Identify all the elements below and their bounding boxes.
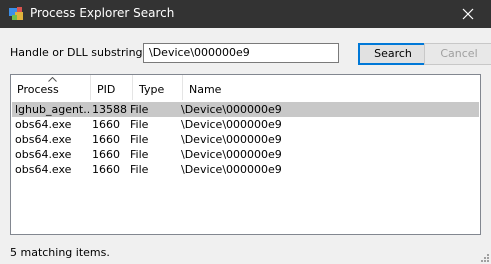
cell-name: \Device\000000e9 — [181, 163, 282, 176]
resize-grip-icon[interactable] — [479, 252, 489, 262]
title-bar: Process Explorer Search — [0, 0, 491, 28]
cell-type: File — [130, 118, 149, 131]
process-explorer-icon — [8, 6, 24, 22]
column-header-name[interactable]: Name — [183, 75, 480, 100]
cell-name: \Device\000000e9 — [181, 133, 282, 146]
search-input[interactable]: \Device\000000e9 — [143, 43, 339, 63]
cell-type: File — [130, 103, 149, 116]
window-title: Process Explorer Search — [30, 6, 175, 20]
cell-pid: 1660 — [92, 148, 120, 161]
cell-type: File — [130, 133, 149, 146]
cell-process: obs64.exe — [15, 118, 72, 131]
cell-pid: 1660 — [92, 163, 120, 176]
handle-label: Handle or DLL substring: — [10, 46, 147, 59]
column-header-process[interactable]: Process — [11, 75, 91, 100]
column-header-type[interactable]: Type — [133, 75, 183, 100]
table-row[interactable]: obs64.exe 1660 File \Device\000000e9 — [12, 117, 479, 132]
cell-process: obs64.exe — [15, 163, 72, 176]
cell-name: \Device\000000e9 — [181, 103, 282, 116]
list-header: Process PID Type Name — [11, 75, 480, 100]
table-row[interactable]: lghub_agent... 13588 File \Device\000000… — [12, 102, 479, 117]
table-row[interactable]: obs64.exe 1660 File \Device\000000e9 — [12, 132, 479, 147]
table-row[interactable]: obs64.exe 1660 File \Device\000000e9 — [12, 162, 479, 177]
sort-ascending-icon — [48, 77, 57, 82]
cell-name: \Device\000000e9 — [181, 118, 282, 131]
close-icon — [462, 8, 474, 20]
cell-pid: 13588 — [92, 103, 127, 116]
cell-name: \Device\000000e9 — [181, 148, 282, 161]
cell-type: File — [130, 163, 149, 176]
table-row[interactable]: obs64.exe 1660 File \Device\000000e9 — [12, 147, 479, 162]
cancel-button[interactable]: Cancel — [424, 43, 491, 65]
cell-pid: 1660 — [92, 118, 120, 131]
close-button[interactable] — [445, 0, 491, 28]
cell-process: lghub_agent... — [15, 103, 89, 116]
status-text: 5 matching items. — [10, 246, 110, 259]
column-header-pid[interactable]: PID — [91, 75, 133, 100]
search-button[interactable]: Search — [358, 43, 428, 65]
cell-pid: 1660 — [92, 133, 120, 146]
cell-type: File — [130, 148, 149, 161]
cell-process: obs64.exe — [15, 148, 72, 161]
cell-process: obs64.exe — [15, 133, 72, 146]
results-list[interactable]: Process PID Type Name lghub_agent... 135… — [10, 74, 481, 235]
